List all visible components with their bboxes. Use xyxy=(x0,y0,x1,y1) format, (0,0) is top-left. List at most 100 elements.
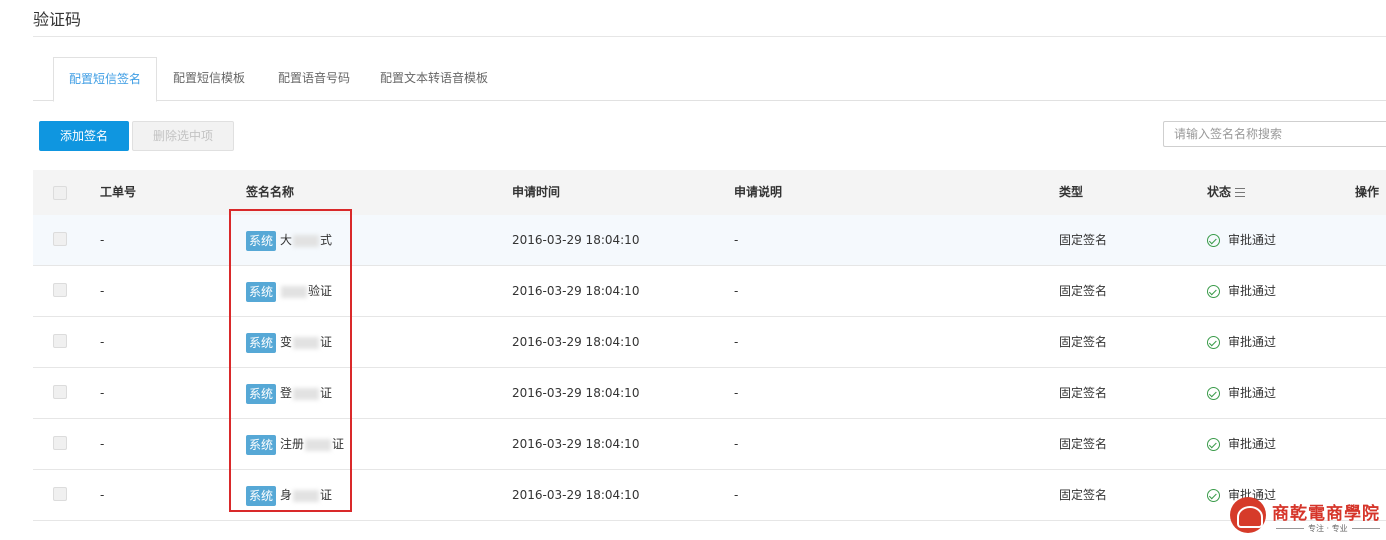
type-cell: 固定签名 xyxy=(1059,284,1108,298)
status-text: 审批通过 xyxy=(1228,335,1277,349)
row-checkbox[interactable] xyxy=(53,436,67,450)
signature-table: 工单号 签名名称 申请时间 申请说明 类型 状态 操作 - 系统 大 式 2016-… xyxy=(33,170,1386,521)
status-cell: 审批通过 xyxy=(1207,215,1276,266)
header-status: 状态 xyxy=(1207,170,1246,215)
system-tag: 系统 xyxy=(246,332,277,353)
desc-cell: - xyxy=(734,284,739,298)
tab-sms-template[interactable]: 配置短信模板 xyxy=(166,57,252,101)
table-row: - 系统变证 2016-03-29 18:04:10 - 固定签名 审批通过 xyxy=(33,317,1386,368)
signature-name-start: 注册 xyxy=(280,437,305,451)
tab-sms-signature[interactable]: 配置短信签名 xyxy=(53,57,157,102)
signature-name-start: 登 xyxy=(280,386,293,400)
desc-cell: - xyxy=(734,386,739,400)
status-cell: 审批通过 xyxy=(1207,266,1276,317)
time-cell: 2016-03-29 18:04:10 xyxy=(512,233,640,247)
header-time: 申请时间 xyxy=(512,185,561,199)
ticket-cell: - xyxy=(100,437,105,451)
desc-cell: - xyxy=(734,488,739,502)
type-cell: 固定签名 xyxy=(1059,233,1108,247)
row-checkbox[interactable] xyxy=(53,334,67,348)
header-type: 类型 xyxy=(1059,185,1084,199)
ticket-cell: - xyxy=(100,386,105,400)
header-status-label: 状态 xyxy=(1207,185,1232,199)
tab-voice-number[interactable]: 配置语音号码 xyxy=(271,57,357,101)
search-input[interactable] xyxy=(1163,121,1386,147)
status-text: 审批通过 xyxy=(1228,386,1277,400)
tab-bar: 配置短信签名 配置短信模板 配置语音号码 配置文本转语音模板 xyxy=(33,57,1386,102)
table-row: - 系统身证 2016-03-29 18:04:10 - 固定签名 审批通过 xyxy=(33,470,1386,521)
signature-name-start: 变 xyxy=(280,335,293,349)
signature-name-end: 验证 xyxy=(308,284,333,298)
filter-icon[interactable] xyxy=(1235,188,1246,197)
signature-cell: 系统 注册 证 xyxy=(246,419,344,470)
title-divider xyxy=(33,36,1386,37)
watermark-subtitle: 专注 · 专业 xyxy=(1272,523,1382,534)
time-cell: 2016-03-29 18:04:10 xyxy=(512,284,640,298)
check-circle-icon xyxy=(1207,336,1220,349)
desc-cell: - xyxy=(734,233,739,247)
desc-cell: - xyxy=(734,437,739,451)
row-checkbox[interactable] xyxy=(53,385,67,399)
signature-cell: 系统登证 xyxy=(246,368,332,419)
page-title: 验证码 xyxy=(33,10,82,29)
add-signature-button[interactable]: 添加签名 xyxy=(39,121,129,151)
system-tag: 系统 xyxy=(246,485,277,506)
tab-tts-template[interactable]: 配置文本转语音模板 xyxy=(376,57,492,101)
table-row: - 系统 验证 2016-03-29 18:04:10 - 固定签名 审批通过 xyxy=(33,266,1386,317)
status-text: 审批通过 xyxy=(1228,233,1277,247)
time-cell: 2016-03-29 18:04:10 xyxy=(512,488,640,502)
system-tag: 系统 xyxy=(246,434,277,455)
type-cell: 固定签名 xyxy=(1059,488,1108,502)
status-text: 审批通过 xyxy=(1228,284,1277,298)
time-cell: 2016-03-29 18:04:10 xyxy=(512,437,640,451)
signature-name-end: 证 xyxy=(332,437,345,451)
table-header: 工单号 签名名称 申请时间 申请说明 类型 状态 操作 xyxy=(33,170,1386,215)
status-cell: 审批通过 xyxy=(1207,317,1276,368)
signature-name: 验证 xyxy=(280,266,332,317)
table-row: - 系统登证 2016-03-29 18:04:10 - 固定签名 审批通过 xyxy=(33,368,1386,419)
delete-selected-button[interactable]: 删除选中项 xyxy=(132,121,234,151)
signature-name: 变证 xyxy=(280,317,332,368)
signature-cell: 系统身证 xyxy=(246,470,332,521)
signature-cell: 系统 验证 xyxy=(246,266,332,317)
table-row: - 系统大式 2016-03-29 18:04:10 - 固定签名 审批通过 xyxy=(33,215,1386,266)
ticket-cell: - xyxy=(100,284,105,298)
row-checkbox[interactable] xyxy=(53,487,67,501)
redaction-blur xyxy=(293,336,320,349)
status-cell: 审批通过 xyxy=(1207,368,1276,419)
table-row: - 系统 注册 证 2016-03-29 18:04:10 - 固定签名 审批通过 xyxy=(33,419,1386,470)
row-checkbox[interactable] xyxy=(53,283,67,297)
time-cell: 2016-03-29 18:04:10 xyxy=(512,335,640,349)
system-tag: 系统 xyxy=(246,281,277,302)
check-circle-icon xyxy=(1207,234,1220,247)
watermark-title: 商乾電商學院 xyxy=(1272,504,1380,524)
signature-name-start: 大 xyxy=(280,233,293,247)
check-circle-icon xyxy=(1207,285,1220,298)
signature-cell: 系统变证 xyxy=(246,317,332,368)
row-checkbox[interactable] xyxy=(53,232,67,246)
signature-name-end: 式 xyxy=(320,233,333,247)
signature-name: 注册 证 xyxy=(280,419,344,470)
signature-name: 登证 xyxy=(280,368,332,419)
header-name: 签名名称 xyxy=(246,185,295,199)
type-cell: 固定签名 xyxy=(1059,437,1108,451)
check-circle-icon xyxy=(1207,387,1220,400)
signature-name-end: 证 xyxy=(320,335,333,349)
select-all-checkbox[interactable] xyxy=(53,186,67,200)
type-cell: 固定签名 xyxy=(1059,335,1108,349)
header-desc: 申请说明 xyxy=(734,185,783,199)
signature-name: 身证 xyxy=(280,470,332,521)
redaction-blur xyxy=(293,489,320,502)
system-tag: 系统 xyxy=(246,383,277,404)
ticket-cell: - xyxy=(100,233,105,247)
time-cell: 2016-03-29 18:04:10 xyxy=(512,386,640,400)
redaction-blur xyxy=(293,387,320,400)
type-cell: 固定签名 xyxy=(1059,386,1108,400)
redaction-blur xyxy=(281,285,308,298)
ticket-cell: - xyxy=(100,335,105,349)
watermark: 商乾電商學院 专注 · 专业 xyxy=(1228,495,1386,540)
check-circle-icon xyxy=(1207,489,1220,502)
ticket-cell: - xyxy=(100,488,105,502)
desc-cell: - xyxy=(734,335,739,349)
check-circle-icon xyxy=(1207,438,1220,451)
